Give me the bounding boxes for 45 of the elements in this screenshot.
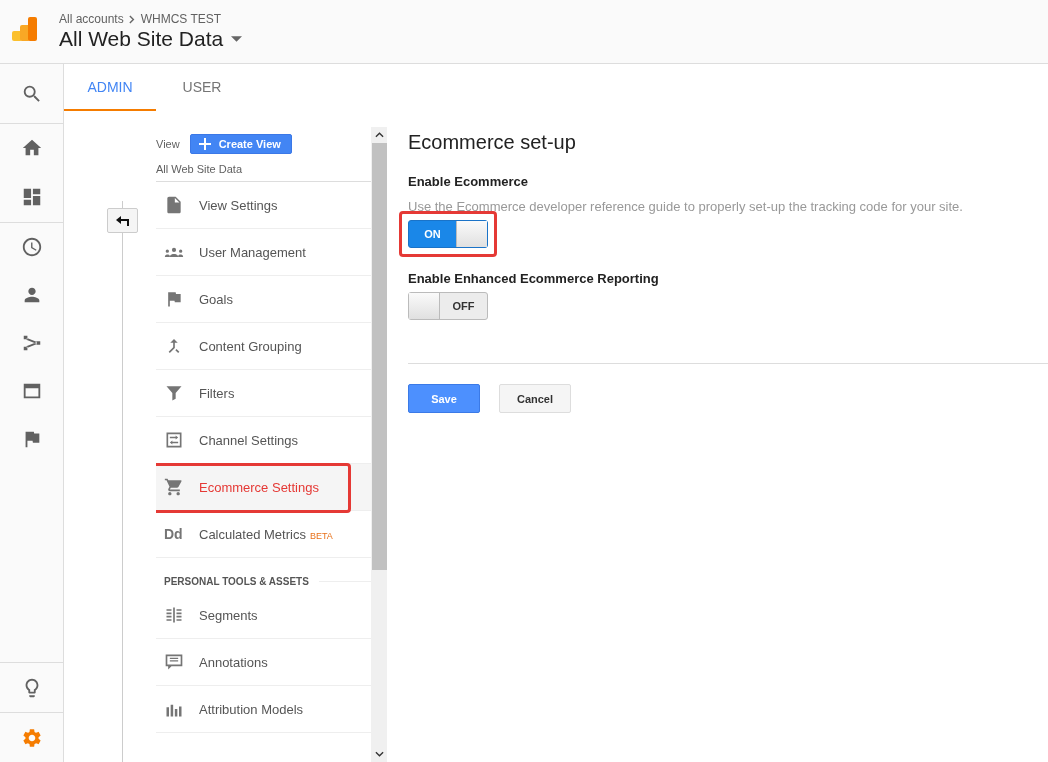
view-title[interactable]: All Web Site Data [59,27,224,51]
beta-tag: BETA [309,530,333,541]
page-heading: Ecommerce set-up [408,131,577,154]
option-label: Enable Ecommerce [408,174,529,189]
comment-icon [164,652,184,672]
menu-label: Annotations [199,654,268,670]
tab[interactable]: USER [156,64,248,111]
menu-label: Calculated Metrics [199,526,306,542]
settings-icon[interactable] [20,726,43,749]
caret-icon[interactable] [231,36,243,42]
cancel-button[interactable]: Cancel [499,384,571,413]
toggle-switch[interactable]: ON [408,220,488,248]
menu-label: Filters [199,385,235,401]
option-hint: Use the Ecommerce developer reference guide to properly set-up the tracking code for your site. [408,199,964,214]
plus-icon [198,138,211,150]
toggle-switch[interactable]: OFF [408,292,488,320]
breadcrumb-link[interactable]: WHMCS TEST [140,12,222,26]
scroll-up-icon[interactable] [374,132,384,138]
back-arrow-icon [115,215,130,226]
view-name: All Web Site Data [156,163,371,182]
segments-icon [164,605,184,625]
clock-icon[interactable] [20,236,43,258]
scroll-down-icon[interactable] [374,751,384,757]
cart-icon [164,477,184,497]
menu-label: User Management [199,244,306,260]
section-heading: PERSONAL TOOLS & ASSETS [164,575,309,587]
arrows-box-icon [164,430,184,450]
menu-label: Ecommerce Settings [199,479,319,495]
metrics-icon: Dd [164,526,183,542]
document-icon [164,195,184,215]
breadcrumb-link[interactable]: All accounts [59,12,124,26]
menu-label: Attribution Models [199,701,304,717]
menu-label: Goals [199,291,233,307]
menu-label: Content Grouping [199,338,302,354]
scrollbar[interactable] [371,127,387,762]
view-label: View [156,138,180,150]
create-view-button[interactable]: Create View [189,134,292,154]
menu-label: Channel Settings [199,432,298,448]
filter-icon [164,383,184,403]
menu-label: View Settings [199,197,278,213]
back-button[interactable] [107,208,138,233]
option-label: Enable Enhanced Ecommerce Reporting [408,271,660,286]
chevron-icon [128,14,136,24]
menu-label: Segments [199,607,258,623]
analytics-logo [12,16,38,43]
